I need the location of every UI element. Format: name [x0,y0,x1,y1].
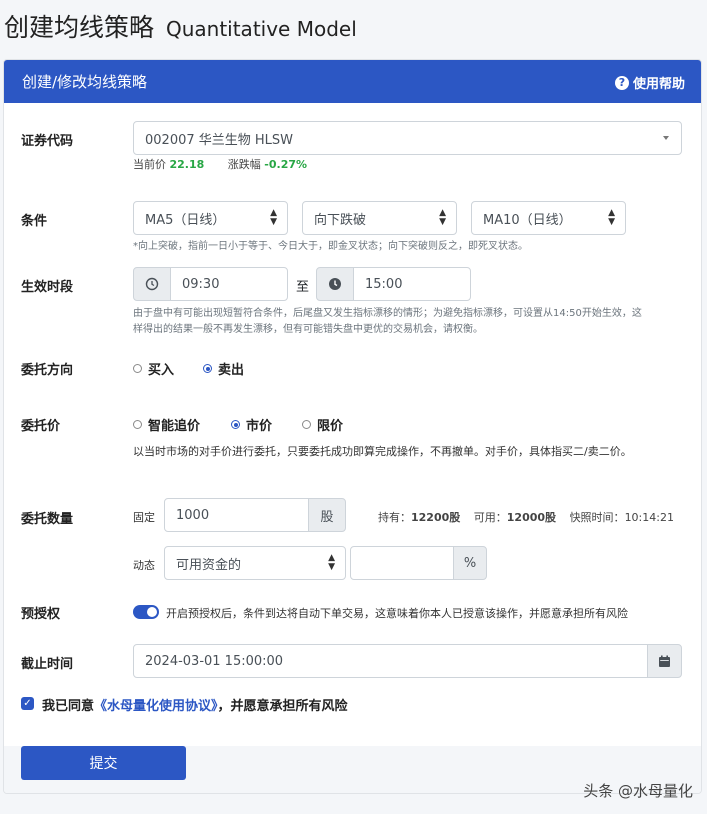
available-value: 12000股 [506,511,557,524]
direction-label: 委托方向 [21,363,74,378]
end-time-input[interactable]: 15:00 [353,267,471,301]
question-icon: ? [614,75,629,90]
price-type-label: 委托价 [21,419,61,434]
deadline-input[interactable]: 2024-03-01 15:00:00 [133,644,648,678]
radio-limit-price-label: 限价 [317,419,344,434]
sort-arrows-icon: ▲ ▼ [328,553,335,572]
operator-value: 向下跌破 [314,212,367,228]
radio-limit-price[interactable]: 限价 [302,415,343,434]
price-type-note: 以当时市场的对手价进行委托，只要委托成功即算完成操作，不再撤单。对手价，具体指买… [133,445,632,458]
fixed-unit: 股 [308,498,346,532]
period-note-line1: 由于盘中有可能出现短暂符合条件，后尾盘又发生指标漂移的情形；为避免指标漂移，可设… [133,308,642,319]
preauth-label: 预授权 [21,607,61,622]
submit-button[interactable]: 提交 [21,746,186,780]
caret-down-icon [663,136,669,140]
sort-arrows-icon: ▲ ▼ [608,208,615,227]
help-link[interactable]: ? 使用帮助 [614,73,685,92]
snapshot-value: 10:14:21 [624,511,674,524]
dynamic-percent-input[interactable] [350,546,454,580]
radio-limit-price-circle [302,420,311,429]
fixed-label: 固定 [133,511,155,524]
security-value: 002007 华兰生物 HLSW [145,132,294,148]
radio-smart-price-label: 智能追价 [148,419,201,434]
page-subtitle: Quantitative Model [165,17,357,41]
fixed-unit-label: 股 [320,509,334,525]
agreement-suffix: ，并愿意承担所有风险 [217,699,348,714]
radio-buy-label: 买入 [148,363,175,378]
agreement-prefix: 我已同意 [42,699,95,714]
radio-market-price-circle [231,420,240,429]
radio-sell-circle [203,364,212,373]
radio-smart-price[interactable]: 智能追价 [133,415,200,434]
radio-market-price-label: 市价 [246,419,273,434]
period-label: 生效时段 [21,280,74,295]
calendar-icon[interactable] [647,644,682,678]
strategy-card: 创建/修改均线策略 ? 使用帮助 [3,59,702,794]
condition-label: 条件 [21,214,48,229]
security-select[interactable]: 002007 华兰生物 HLSW [133,121,682,155]
holding-value: 12200股 [411,511,461,524]
price-label: 当前价 [133,158,166,171]
deadline-value: 2024-03-01 15:00:00 [145,653,284,669]
percent-unit: % [453,546,487,580]
available-label: 可用： [473,511,507,524]
price-value: 22.18 [169,158,205,171]
snapshot-label: 快照时间： [569,511,625,524]
fixed-quantity-input[interactable]: 1000 [164,498,309,532]
page-title-main: 创建均线策略 [4,13,155,42]
period-separator: 至 [296,280,310,295]
radio-market-price[interactable]: 市价 [231,415,272,434]
left-ma-select[interactable]: MA5（日线） ▲ ▼ [133,201,288,235]
help-label: 使用帮助 [632,77,685,92]
card-header: 创建/修改均线策略 ? 使用帮助 [4,60,701,103]
clock-icon-start [133,267,171,301]
radio-buy[interactable]: 买入 [133,359,174,378]
radio-sell[interactable]: 卖出 [203,359,244,378]
start-time-input[interactable]: 09:30 [170,267,288,301]
clock-icon-end [316,267,354,301]
agreement-text: 我已同意《水母量化使用协议》，并愿意承担所有风险 [42,695,348,714]
page-title: 创建均线策略 Quantitative Model [4,8,357,44]
right-ma-value: MA10（日线） [483,212,572,228]
sort-arrows-icon: ▲ ▼ [270,208,277,227]
start-time-value: 09:30 [182,276,220,292]
radio-smart-price-circle [133,420,142,429]
card-title: 创建/修改均线策略 [22,73,148,91]
end-time-value: 15:00 [365,276,403,292]
dynamic-select-value: 可用资金的 [176,557,242,573]
preauth-toggle[interactable] [133,605,159,619]
security-label: 证券代码 [21,134,74,149]
radio-sell-label: 卖出 [218,363,245,378]
watermark: 头条 @水母量化 [583,782,693,800]
radio-buy-circle [133,364,142,373]
quantity-label: 委托数量 [21,512,74,527]
change-label: 涨跌幅 [227,158,261,171]
holding-info: 持有：12200股 可用：12000股 快照时间：10:14:21 [378,509,674,525]
condition-note: *向上突破，指前一日小于等于、今日大于，即金叉状态；向下突破则反之，即死叉状态。 [133,241,528,252]
operator-select[interactable]: 向下跌破 ▲ ▼ [302,201,457,235]
percent-unit-label: % [463,555,477,571]
price-info: 当前价 22.18 涨跌幅 -0.27% [133,156,307,172]
toggle-knob [147,607,157,617]
deadline-label: 截止时间 [21,657,74,672]
change-value: -0.27% [264,158,308,171]
dynamic-select[interactable]: 可用资金的 ▲ ▼ [164,546,346,580]
left-ma-value: MA5（日线） [145,212,226,228]
preauth-text: 开启预授权后，条件到达将自动下单交易，这意味着你本人已授意该操作，并愿意承担所有… [166,607,628,620]
period-note-line2: 样得出的结果一般不再发生漂移，但有可能错失盘中更优的交易机会，请权衡。 [133,324,483,335]
dynamic-label: 动态 [133,559,155,572]
sort-arrows-icon: ▲ ▼ [439,208,446,227]
right-ma-select[interactable]: MA10（日线） ▲ ▼ [471,201,626,235]
holding-label: 持有： [378,511,411,524]
agreement-checkbox[interactable]: ✓ [21,697,34,710]
fixed-quantity-value: 1000 [176,507,210,523]
agreement-link[interactable]: 《水母量化使用协议》 [94,699,218,714]
